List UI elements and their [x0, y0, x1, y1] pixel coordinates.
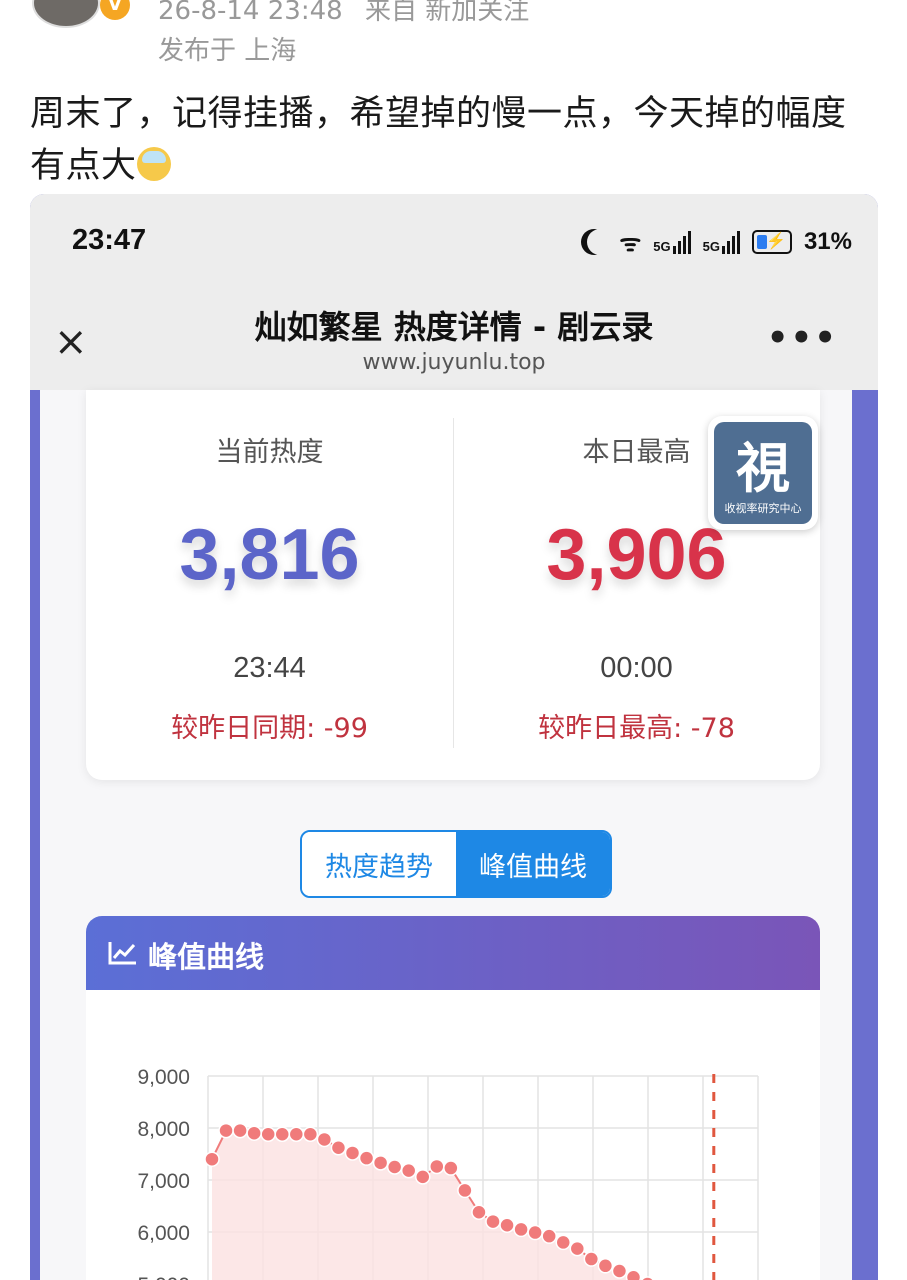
stats-card: 当前热度 3,816 23:44 较昨日同期: -99 本日最高 3,906 0…: [86, 390, 820, 780]
post-meta: 26-8-14 23:48 来自 新加关注: [158, 0, 543, 27]
page-url: www.juyunlu.top: [362, 350, 546, 375]
data-point: [457, 1182, 473, 1199]
data-point: [527, 1224, 543, 1241]
post-text: 周末了，记得挂播，希望掉的慢一点，今天掉的幅度有点大: [30, 88, 860, 192]
data-point: [569, 1240, 586, 1257]
mask-face-emoji-icon: [136, 147, 171, 181]
post-date: 26-8-14 23:48: [158, 0, 343, 26]
verified-badge-icon: V: [100, 0, 130, 20]
post-image[interactable]: 23:47 ᯤ 5G 5G ⚡ 31% × 灿如繁星 热度详情 - 剧云录 ww…: [30, 194, 878, 1280]
watermark-caption: 收视率研究中心: [724, 502, 802, 515]
watermark-glyph: 視: [736, 436, 790, 500]
current-heat-value: 3,816: [179, 515, 360, 595]
data-point: [429, 1158, 445, 1175]
data-point: [499, 1217, 515, 1233]
current-heat-change: 较昨日同期: -99: [171, 713, 368, 744]
peak-curve-chart[interactable]: 9,000 8,000 7,000 6,000 5,000: [86, 990, 820, 1280]
status-time: 23:47: [72, 224, 147, 256]
data-point: [583, 1251, 600, 1267]
network-label-1: 5G: [653, 238, 671, 254]
post-header: V 26-8-14 23:48 来自 新加关注 发布于 上海: [0, 0, 907, 80]
data-point: [597, 1258, 614, 1274]
data-point: [330, 1140, 347, 1156]
page-content: 当前热度 3,816 23:44 较昨日同期: -99 本日最高 3,906 0…: [40, 390, 852, 1280]
y-tick-label: 9,000: [137, 1066, 190, 1089]
y-tick-label: 6,000: [137, 1222, 190, 1245]
current-heat-time: 23:44: [233, 652, 306, 684]
watermark-logo: 視 收视率研究中心: [708, 416, 818, 530]
data-point: [274, 1126, 290, 1142]
data-point: [218, 1122, 234, 1139]
panel-title: 峰值曲线: [148, 940, 265, 974]
data-point: [443, 1160, 459, 1176]
data-point: [358, 1150, 375, 1166]
data-point: [302, 1126, 319, 1142]
post-location: 发布于 上海: [158, 36, 297, 66]
panel-header: 峰值曲线: [86, 916, 820, 990]
avatar[interactable]: [32, 0, 100, 28]
moon-icon: [587, 229, 613, 255]
battery-level: 31%: [803, 228, 852, 255]
data-point: [400, 1162, 417, 1179]
data-point: [204, 1151, 220, 1167]
battery-icon: ⚡: [751, 230, 792, 254]
status-icons: ᯤ 5G 5G ⚡ 31%: [581, 226, 852, 258]
page-title: 灿如繁星 热度详情 - 剧云录: [254, 308, 654, 346]
data-point: [611, 1263, 628, 1279]
data-point: [625, 1269, 642, 1280]
line-chart-icon: [108, 942, 136, 965]
data-point: [541, 1228, 557, 1244]
signal-icon: 5G: [653, 230, 691, 254]
data-point: [555, 1234, 571, 1251]
data-point: [372, 1155, 389, 1171]
data-point: [471, 1204, 487, 1220]
current-heat-label: 当前热度: [215, 437, 324, 468]
y-tick-label: 5,000: [137, 1274, 190, 1280]
more-options-icon[interactable]: •••: [767, 318, 838, 358]
data-point: [513, 1221, 529, 1238]
post-source: 来自 新加关注: [364, 0, 530, 26]
view-tabs: 热度趋势 峰值曲线: [300, 830, 612, 898]
signal-icon-2: 5G: [702, 230, 740, 254]
y-tick-label: 8,000: [137, 1118, 190, 1141]
tab-peak-curve[interactable]: 峰值曲线: [456, 832, 610, 896]
peak-curve-panel: 峰值曲线 9,000 8,000 7,000 6,000 5,000: [86, 916, 820, 1280]
today-high-time: 00:00: [600, 652, 673, 684]
y-tick-label: 7,000: [137, 1170, 190, 1193]
data-point: [386, 1159, 403, 1175]
data-point: [485, 1213, 501, 1230]
data-point: [288, 1126, 305, 1142]
wifi-icon: ᯤ: [619, 229, 642, 257]
data-point: [316, 1131, 333, 1148]
data-point: [344, 1145, 361, 1161]
network-label-2: 5G: [702, 238, 720, 254]
data-point: [415, 1169, 431, 1185]
today-high-change: 较昨日最高: -78: [538, 713, 735, 744]
data-point: [246, 1125, 262, 1141]
phone-header: 23:47 ᯤ 5G 5G ⚡ 31% × 灿如繁星 热度详情 - 剧云录 ww…: [30, 194, 878, 390]
data-point: [232, 1122, 248, 1139]
tab-heat-trend[interactable]: 热度趋势: [302, 832, 456, 896]
data-point: [260, 1126, 276, 1142]
